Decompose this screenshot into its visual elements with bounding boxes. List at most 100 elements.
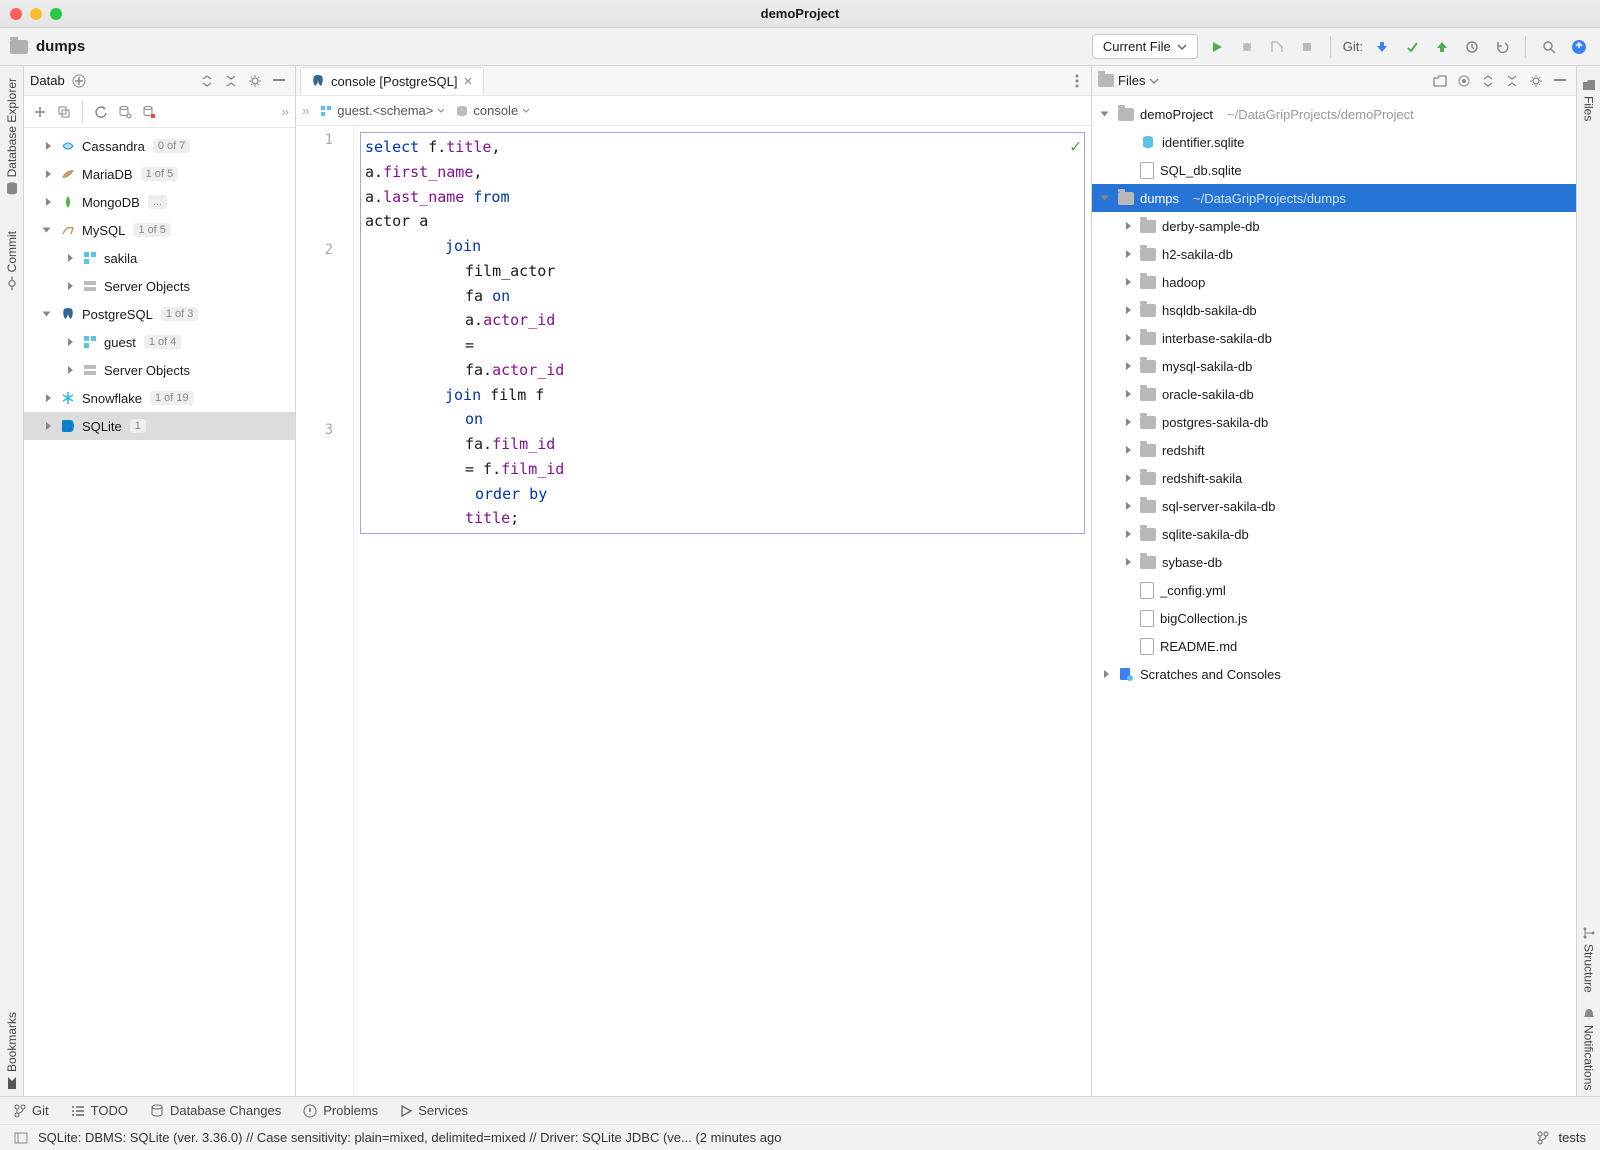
file-tree-item-hsqldb-sakila-db[interactable]: hsqldb-sakila-db	[1092, 296, 1576, 324]
minimize-window-button[interactable]	[30, 8, 42, 20]
hide-panel-button[interactable]	[269, 71, 289, 91]
caret-icon[interactable]	[44, 309, 54, 319]
stop-datasource-button[interactable]	[139, 102, 159, 122]
console-selector[interactable]: console	[455, 103, 530, 118]
debug-button[interactable]	[1236, 36, 1258, 58]
file-tree-item-derby-sample-db[interactable]: derby-sample-db	[1092, 212, 1576, 240]
caret-icon[interactable]	[44, 393, 54, 403]
files-tool-button[interactable]: Files	[1580, 72, 1598, 127]
caret-icon[interactable]	[1124, 249, 1134, 259]
file-tree-item-sybase-db[interactable]: sybase-db	[1092, 548, 1576, 576]
caret-icon[interactable]	[1124, 557, 1134, 567]
caret-icon[interactable]	[1124, 305, 1134, 315]
caret-icon[interactable]	[1124, 221, 1134, 231]
file-tree-item-scratches-and-consoles[interactable]: Scratches and Consoles	[1092, 660, 1576, 688]
db-tree-item-sakila[interactable]: sakila	[24, 244, 295, 272]
caret-icon[interactable]	[44, 169, 54, 179]
branch-icon[interactable]	[1537, 1131, 1549, 1145]
run-config-selector[interactable]: Current File	[1092, 34, 1198, 59]
git-branch-label[interactable]: tests	[1559, 1130, 1586, 1145]
db-tree-item-server-objects[interactable]: Server Objects	[24, 356, 295, 384]
file-tree-item-sql-db-sqlite[interactable]: SQL_db.sqlite	[1092, 156, 1576, 184]
caret-icon[interactable]	[1124, 473, 1134, 483]
collapse-all-button[interactable]	[221, 71, 241, 91]
caret-icon[interactable]	[1124, 417, 1134, 427]
file-tree-item-readme-md[interactable]: README.md	[1092, 632, 1576, 660]
services-tool-button[interactable]: Services	[400, 1103, 468, 1118]
expand-all-files-button[interactable]	[1478, 71, 1498, 91]
database-tree[interactable]: Cassandra0 of 7MariaDB1 of 5MongoDB...My…	[24, 128, 295, 1096]
open-file-button[interactable]	[1430, 71, 1450, 91]
git-tool-button[interactable]: Git	[14, 1103, 49, 1118]
caret-icon[interactable]	[1102, 669, 1112, 679]
db-tree-item-server-objects[interactable]: Server Objects	[24, 272, 295, 300]
caret-icon[interactable]	[66, 337, 76, 347]
chevron-down-icon[interactable]	[1149, 77, 1159, 85]
caret-icon[interactable]	[1102, 109, 1112, 119]
caret-icon[interactable]	[1124, 277, 1134, 287]
db-tree-item-mongodb[interactable]: MongoDB...	[24, 188, 295, 216]
hide-files-panel-button[interactable]	[1550, 71, 1570, 91]
file-tree-item-mysql-sakila-db[interactable]: mysql-sakila-db	[1092, 352, 1576, 380]
breadcrumb-project[interactable]: dumps	[36, 38, 85, 55]
file-tree-item-identifier-sqlite[interactable]: identifier.sqlite	[1092, 128, 1576, 156]
db-tree-item-sqlite[interactable]: SQLite1	[24, 412, 295, 440]
tool-windows-icon[interactable]	[14, 1132, 28, 1144]
caret-icon[interactable]	[1124, 333, 1134, 343]
caret-icon[interactable]	[1124, 445, 1134, 455]
search-button[interactable]	[1538, 36, 1560, 58]
file-tree-item-sqlite-sakila-db[interactable]: sqlite-sakila-db	[1092, 520, 1576, 548]
file-tree-item-hadoop[interactable]: hadoop	[1092, 268, 1576, 296]
update-ide-button[interactable]	[1568, 36, 1590, 58]
caret-icon[interactable]	[44, 197, 54, 207]
editor-body[interactable]: 1 2 3 ✓ select f.title, a.first_name, a.…	[296, 126, 1091, 1096]
file-tree-item-dumps[interactable]: dumps~/DataGripProjects/dumps	[1092, 184, 1576, 212]
tab-menu-button[interactable]	[1067, 71, 1087, 91]
caret-icon[interactable]	[66, 365, 76, 375]
editor-tab-console[interactable]: console [PostgreSQL]	[300, 67, 484, 95]
database-explorer-tool-button[interactable]: Database Explorer	[3, 72, 21, 201]
caret-icon[interactable]	[1124, 361, 1134, 371]
expand-all-button[interactable]	[197, 71, 217, 91]
new-datasource-button[interactable]	[69, 71, 89, 91]
db-tree-item-guest[interactable]: guest1 of 4	[24, 328, 295, 356]
caret-icon[interactable]	[1102, 193, 1112, 203]
structure-tool-button[interactable]: Structure	[1580, 920, 1598, 999]
file-tree-item-redshift-sakila[interactable]: redshift-sakila	[1092, 464, 1576, 492]
problems-tool-button[interactable]: Problems	[303, 1103, 378, 1118]
update-project-button[interactable]	[1371, 36, 1393, 58]
db-tree-item-postgresql[interactable]: PostgreSQL1 of 3	[24, 300, 295, 328]
commit-button[interactable]	[1401, 36, 1423, 58]
rollback-button[interactable]	[1491, 36, 1513, 58]
close-window-button[interactable]	[10, 8, 22, 20]
caret-icon[interactable]	[66, 253, 76, 263]
todo-tool-button[interactable]: TODO	[71, 1103, 128, 1118]
refresh-button[interactable]	[91, 102, 111, 122]
maximize-window-button[interactable]	[50, 8, 62, 20]
code-editor[interactable]: ✓ select f.title, a.first_name, a.last_n…	[354, 126, 1091, 1096]
file-tree-item-postgres-sakila-db[interactable]: postgres-sakila-db	[1092, 408, 1576, 436]
commit-tool-button[interactable]: Commit	[3, 225, 21, 296]
add-button[interactable]	[30, 102, 50, 122]
caret-icon[interactable]	[1124, 389, 1134, 399]
files-settings-button[interactable]	[1526, 71, 1546, 91]
db-tree-item-mariadb[interactable]: MariaDB1 of 5	[24, 160, 295, 188]
stop-button[interactable]	[1296, 36, 1318, 58]
caret-icon[interactable]	[1124, 501, 1134, 511]
schema-selector[interactable]: guest.<schema>	[319, 103, 445, 118]
file-tree-item-h2-sakila-db[interactable]: h2-sakila-db	[1092, 240, 1576, 268]
file-tree-item-interbase-sakila-db[interactable]: interbase-sakila-db	[1092, 324, 1576, 352]
files-tree[interactable]: demoProject~/DataGripProjects/demoProjec…	[1092, 96, 1576, 1096]
close-tab-icon[interactable]	[463, 76, 473, 86]
collapse-all-files-button[interactable]	[1502, 71, 1522, 91]
file-tree-item-sql-server-sakila-db[interactable]: sql-server-sakila-db	[1092, 492, 1576, 520]
history-button[interactable]	[1461, 36, 1483, 58]
db-tree-item-mysql[interactable]: MySQL1 of 5	[24, 216, 295, 244]
db-tree-item-snowflake[interactable]: Snowflake1 of 19	[24, 384, 295, 412]
inspection-ok-icon[interactable]: ✓	[1070, 132, 1081, 162]
file-tree-item-bigcollection-js[interactable]: bigCollection.js	[1092, 604, 1576, 632]
file-tree-item--config-yml[interactable]: _config.yml	[1092, 576, 1576, 604]
caret-icon[interactable]	[44, 225, 54, 235]
caret-icon[interactable]	[44, 421, 54, 431]
caret-icon[interactable]	[44, 141, 54, 151]
